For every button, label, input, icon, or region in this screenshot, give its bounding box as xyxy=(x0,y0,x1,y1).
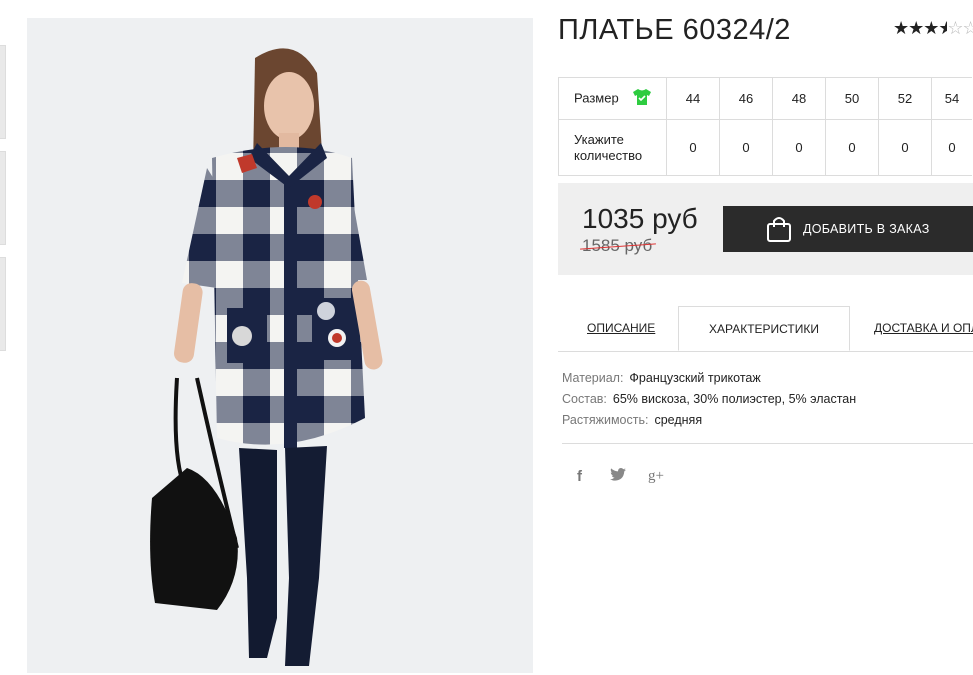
property-value: Французский трикотаж xyxy=(629,371,761,385)
product-photo[interactable] xyxy=(27,18,533,673)
rating-empty-stars: ☆☆ xyxy=(947,18,973,38)
size-label-cell: Размер xyxy=(558,77,667,120)
tab-characteristics[interactable]: ХАРАКТЕРИСТИКИ xyxy=(678,306,850,351)
quantity-label-line2: количество xyxy=(574,147,643,163)
size-cell[interactable]: 50 xyxy=(825,77,879,120)
add-to-order-label: ДОБАВИТЬ В ЗАКАЗ xyxy=(803,222,930,236)
property-value: средняя xyxy=(654,413,703,427)
twitter-icon[interactable] xyxy=(610,468,626,486)
quantity-input[interactable]: 0 xyxy=(931,119,972,176)
price-box: 1035 руб 1585 руб ДОБАВИТЬ В ЗАКАЗ xyxy=(558,183,973,275)
facebook-icon[interactable]: f xyxy=(577,468,582,485)
product-title: ПЛАТЬЕ 60324/2 xyxy=(558,14,791,46)
tab-description[interactable]: ОПИСАНИЕ xyxy=(587,321,655,335)
rating-filled-stars: ★★★ xyxy=(893,18,939,38)
tab-delivery[interactable]: ДОСТАВКА И ОПЛ xyxy=(874,321,973,335)
thumbnail-2[interactable] xyxy=(0,151,6,245)
size-quantity-table: Размер 44 46 48 50 52 54 Укажите количес… xyxy=(558,77,972,176)
property-key: Состав: xyxy=(562,392,607,406)
googleplus-icon[interactable]: g+ xyxy=(648,468,664,485)
size-cell[interactable]: 48 xyxy=(772,77,826,120)
product-tabs: ОПИСАНИЕ ХАРАКТЕРИСТИКИ ДОСТАВКА И ОПЛ xyxy=(558,306,973,352)
quantity-input[interactable]: 0 xyxy=(719,119,773,176)
divider xyxy=(562,443,973,444)
current-price: 1035 руб xyxy=(582,203,698,234)
quantity-input[interactable]: 0 xyxy=(666,119,720,176)
size-cell[interactable]: 52 xyxy=(878,77,932,120)
thumbnail-3[interactable] xyxy=(0,257,6,351)
shopping-bag-icon xyxy=(766,215,792,246)
add-to-order-button[interactable]: ДОБАВИТЬ В ЗАКАЗ xyxy=(723,206,973,252)
tshirt-size-guide-icon[interactable] xyxy=(632,88,652,110)
quantity-label-line1: Укажите xyxy=(574,131,624,147)
quantity-label-cell: Укажите количество xyxy=(558,119,667,176)
characteristics-list: Материал: Французский трикотаж Состав: 65%… xyxy=(562,368,856,431)
rating-stars[interactable]: ★★★★☆☆ xyxy=(893,18,973,39)
property-stretch: Растяжимость: средняя xyxy=(562,410,856,431)
size-cell[interactable]: 46 xyxy=(719,77,773,120)
property-material: Материал: Французский трикотаж xyxy=(562,368,856,389)
quantity-input[interactable]: 0 xyxy=(772,119,826,176)
size-label: Размер xyxy=(574,89,619,105)
quantity-input[interactable]: 0 xyxy=(825,119,879,176)
property-composition: Состав: 65% вискоза, 30% полиэстер, 5% эл… xyxy=(562,389,856,410)
quantity-input[interactable]: 0 xyxy=(878,119,932,176)
quantity-row: Укажите количество 0 0 0 0 0 0 xyxy=(558,119,972,176)
property-key: Материал: xyxy=(562,371,624,385)
size-cell[interactable]: 54 xyxy=(931,77,972,120)
property-value: 65% вискоза, 30% полиэстер, 5% эластан xyxy=(612,392,857,406)
size-cell[interactable]: 44 xyxy=(666,77,720,120)
size-row: Размер 44 46 48 50 52 54 xyxy=(558,77,972,120)
old-price: 1585 руб xyxy=(580,236,657,256)
thumbnail-1[interactable] xyxy=(0,45,6,139)
property-key: Растяжимость: xyxy=(562,413,649,427)
